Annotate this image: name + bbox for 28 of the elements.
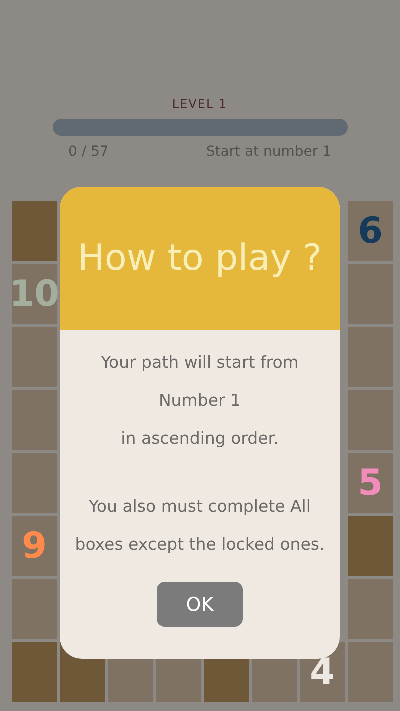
tile-number: 10	[9, 274, 60, 314]
instruction-text: Your path will start from Number 1 in ascending order.	[101, 352, 299, 450]
instruction-text: You also must complete All boxes except the locked ones.	[75, 496, 325, 556]
tile[interactable]	[12, 453, 57, 513]
tile[interactable]	[348, 642, 393, 702]
tile[interactable]	[12, 390, 57, 450]
tile[interactable]: 5	[348, 453, 393, 513]
tile[interactable]	[348, 327, 393, 387]
tile[interactable]: 9	[12, 516, 57, 576]
locked-tile[interactable]	[12, 642, 57, 702]
tile[interactable]	[348, 390, 393, 450]
locked-tile[interactable]	[348, 516, 393, 576]
ok-button[interactable]: OK	[157, 582, 243, 627]
tile[interactable]	[348, 264, 393, 324]
dialog-title: How to play ?	[78, 238, 322, 279]
level-label: LEVEL 1	[172, 97, 228, 113]
tile-number: 6	[358, 210, 384, 252]
tile[interactable]: 6	[348, 201, 393, 261]
tile-number: 4	[310, 652, 336, 692]
tile-number: 5	[358, 462, 384, 504]
tile[interactable]	[12, 327, 57, 387]
tile[interactable]: 10	[12, 264, 57, 324]
tile[interactable]	[348, 579, 393, 639]
hint-text: Start at number 1	[206, 144, 332, 160]
tile[interactable]	[12, 579, 57, 639]
progress-count: 0 / 57	[68, 144, 109, 160]
tile-number: 9	[22, 526, 48, 566]
locked-tile[interactable]	[12, 201, 57, 261]
